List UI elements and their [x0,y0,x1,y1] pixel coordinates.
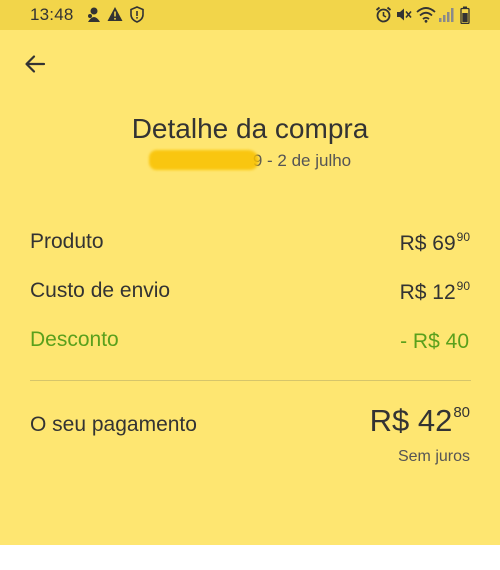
product-price: R$ 6990 [400,230,470,256]
divider [30,380,471,381]
shipping-label: Custo de envio [30,279,171,302]
purchase-date: 9 - 2 de julho [0,150,500,171]
status-time: 13:48 [30,5,74,24]
warning-icon [107,7,123,21]
cents: 90 [456,279,470,293]
notification-icon [88,7,100,22]
arrow-left-icon [25,55,46,73]
purchase-date-text: 9 - 2 de julho [252,151,352,170]
amount: 42 [417,403,453,438]
currency: R$ [399,232,427,255]
signal-icon [439,8,454,22]
product-label: Produto [30,230,104,253]
cents: 90 [456,230,470,244]
currency: R$ [369,403,410,438]
amount: 40 [445,330,469,353]
cents: 80 [453,404,470,421]
alarm-icon [375,6,392,23]
wifi-icon [416,7,436,23]
back-button[interactable] [18,48,52,82]
discount-amount: - R$ 40 [400,328,470,354]
payment-label: O seu pagamento [30,413,197,436]
redacted-text [148,150,259,170]
shield-icon [130,6,144,23]
shipping-price: R$ 1290 [400,279,470,305]
amount: 12 [432,281,456,304]
mute-icon [397,8,412,21]
installment-note: Sem juros [397,448,470,465]
status-bar: 13:48 [0,0,500,30]
payment-total: R$ 4280 [370,403,470,439]
discount-label: Desconto [30,328,119,351]
amount: 69 [432,232,456,255]
page-title: Detalhe da compra [131,113,369,144]
battery-icon [460,6,470,24]
currency: R$ [399,281,427,304]
currency: - R$ [400,330,440,353]
